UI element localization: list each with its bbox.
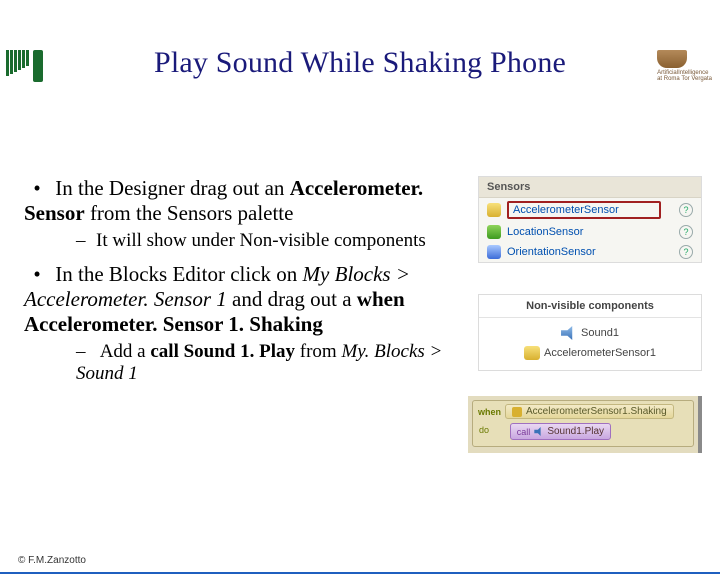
accelerometer-icon: [487, 203, 501, 217]
when-block[interactable]: when AccelerometerSensor1.Shaking do cal…: [472, 400, 694, 447]
bullet-2-sub: Add a call Sound 1. Play from My. Blocks…: [76, 341, 454, 385]
nonvisible-accel[interactable]: AccelerometerSensor1: [524, 346, 656, 360]
sensors-palette: Sensors AccelerometerSensor ? LocationSe…: [478, 176, 702, 263]
nonvisible-sound[interactable]: Sound1: [561, 326, 619, 340]
slide-body: In the Designer drag out an Acceleromete…: [24, 176, 454, 395]
call-keyword: call: [517, 427, 531, 437]
sensor-orientation-label: OrientationSensor: [507, 246, 596, 258]
bullet-2-sub-strong: call Sound 1. Play: [150, 341, 295, 362]
nonvisible-accel-label: AccelerometerSensor1: [544, 347, 656, 359]
nonvisible-panel: Non-visible components Sound1 Accelerome…: [478, 294, 702, 371]
bullet-2-text-mid: and drag out a: [227, 287, 357, 311]
help-icon[interactable]: ?: [679, 203, 693, 217]
footer-copyright: © F.M.Zanzotto: [18, 555, 86, 566]
sensor-location-row[interactable]: LocationSensor ?: [479, 222, 701, 242]
nonvisible-sound-label: Sound1: [581, 327, 619, 339]
help-icon[interactable]: ?: [679, 225, 693, 239]
help-icon[interactable]: ?: [679, 245, 693, 259]
sensor-accelerometer-row[interactable]: AccelerometerSensor ?: [479, 198, 701, 222]
bullet-1-sub: It will show under Non-visible component…: [76, 230, 454, 252]
bullet-1: In the Designer drag out an Acceleromete…: [24, 176, 454, 252]
call-action-label: Sound1.Play: [547, 426, 604, 437]
art-logo: ArtificialIntelligence at Roma Tor Verga…: [649, 46, 720, 86]
call-pill[interactable]: call Sound1.Play: [510, 423, 611, 440]
blocks-editor: when AccelerometerSensor1.Shaking do cal…: [468, 396, 702, 453]
bullet-1-sub-text: It will show under Non-visible component…: [96, 230, 426, 251]
when-keyword: when: [478, 407, 501, 417]
nonvisible-header: Non-visible components: [479, 295, 701, 318]
university-logo: [0, 46, 49, 86]
logo-stripes-icon: [6, 50, 29, 82]
sound-icon: [534, 427, 543, 436]
art-shape-icon: [657, 50, 687, 68]
bullet-1-text-post: from the Sensors palette: [85, 201, 294, 225]
sensor-location-label: LocationSensor: [507, 226, 583, 238]
sound-icon: [561, 326, 577, 340]
bullet-1-text-pre: In the Designer drag out an: [55, 176, 289, 200]
art-logo-line2: at Roma Tor Vergata: [657, 76, 712, 82]
bottom-divider: [0, 572, 720, 574]
accelerometer-icon: [512, 407, 522, 417]
accelerometer-icon: [524, 346, 540, 360]
sensor-orientation-row[interactable]: OrientationSensor ?: [479, 242, 701, 262]
bullet-2-sub-pre: Add a: [100, 341, 151, 362]
bullet-2: In the Blocks Editor click on My Blocks …: [24, 262, 454, 385]
bullet-2-text-pre: In the Blocks Editor click on: [55, 262, 302, 286]
event-pill[interactable]: AccelerometerSensor1.Shaking: [505, 404, 674, 419]
location-icon: [487, 225, 501, 239]
sensor-accelerometer-label: AccelerometerSensor: [507, 201, 661, 219]
orientation-icon: [487, 245, 501, 259]
top-bar: ArtificialIntelligence at Roma Tor Verga…: [0, 46, 720, 86]
event-label: AccelerometerSensor1.Shaking: [526, 406, 667, 417]
sensors-header: Sensors: [479, 177, 701, 198]
logo-bar-icon: [33, 50, 43, 82]
do-keyword: do: [479, 425, 489, 435]
bullet-2-sub-mid: from: [295, 341, 341, 362]
